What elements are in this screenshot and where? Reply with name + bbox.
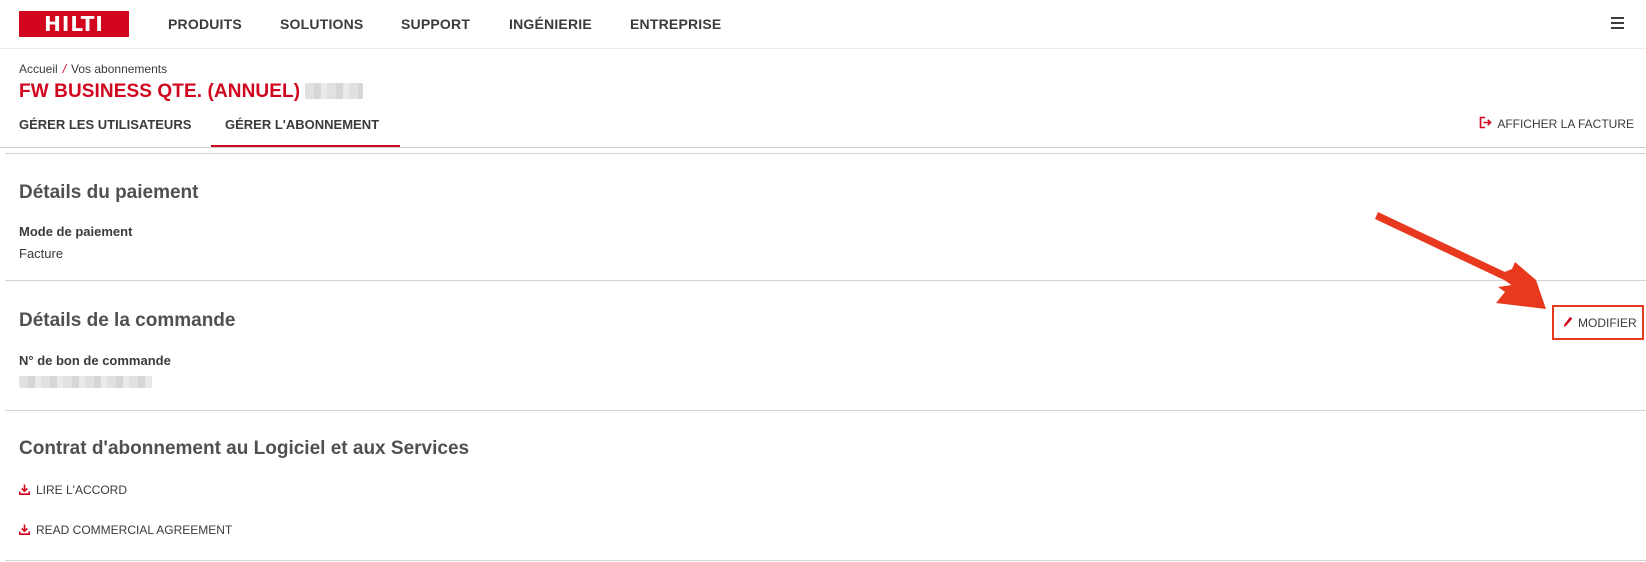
hilti-logo[interactable]: HILTI (19, 11, 129, 37)
hamburger-menu-icon[interactable] (1611, 17, 1624, 29)
read-commercial-agreement-link[interactable]: READ COMMERCIAL AGREEMENT (19, 523, 232, 537)
contract-section-divider (5, 560, 1646, 561)
download-icon (19, 484, 30, 495)
modify-label: MODIFIER (1578, 316, 1637, 330)
external-sign-out-icon (1480, 116, 1492, 129)
po-number-label: N° de bon de commande (19, 353, 171, 368)
read-commercial-agreement-label: READ COMMERCIAL AGREEMENT (36, 523, 233, 537)
read-agreement-link[interactable]: LIRE L'ACCORD (19, 483, 127, 497)
nav-item-support[interactable]: SUPPORT (401, 16, 470, 32)
nav-item-solutions[interactable]: SOLUTIONS (280, 16, 363, 32)
page-title: FW BUSINESS QTE. (ANNUEL) (19, 81, 301, 102)
tab-manage-subscription[interactable]: GÉRER L'ABONNEMENT (225, 117, 379, 132)
nav-item-ingenierie[interactable]: INGÉNIERIE (509, 16, 592, 32)
redacted-subscription-id (305, 83, 363, 99)
payment-section-divider (5, 280, 1646, 281)
read-agreement-label: LIRE L'ACCORD (36, 483, 127, 497)
modify-order-button[interactable]: MODIFIER (1552, 305, 1644, 340)
payment-details-title: Détails du paiement (19, 182, 199, 203)
view-invoice-label: AFFICHER LA FACTURE (1497, 117, 1634, 131)
content-top-divider (5, 153, 1646, 154)
view-invoice-link[interactable]: AFFICHER LA FACTURE (1480, 116, 1634, 131)
breadcrumb-home[interactable]: Accueil (19, 62, 58, 76)
top-navigation: HILTI PRODUITS SOLUTIONS SUPPORT INGÉNIE… (0, 0, 1646, 49)
tab-manage-users[interactable]: GÉRER LES UTILISATEURS (19, 117, 191, 132)
breadcrumb: Accueil / Vos abonnements (19, 62, 167, 76)
pencil-icon (1563, 316, 1573, 328)
redacted-po-number (19, 376, 152, 388)
order-section-divider (5, 410, 1646, 411)
nav-item-produits[interactable]: PRODUITS (168, 16, 242, 32)
tabs-divider (0, 147, 1646, 148)
contract-title: Contrat d'abonnement au Logiciel et aux … (19, 438, 470, 459)
breadcrumb-separator: / (62, 62, 67, 76)
order-details-title: Détails de la commande (19, 310, 236, 331)
nav-item-entreprise[interactable]: ENTREPRISE (630, 16, 721, 32)
logo-text: HILTI (44, 12, 104, 36)
payment-mode-label: Mode de paiement (19, 224, 133, 239)
breadcrumb-subscriptions[interactable]: Vos abonnements (71, 62, 167, 76)
download-icon (19, 524, 30, 535)
payment-mode-value: Facture (19, 246, 64, 261)
